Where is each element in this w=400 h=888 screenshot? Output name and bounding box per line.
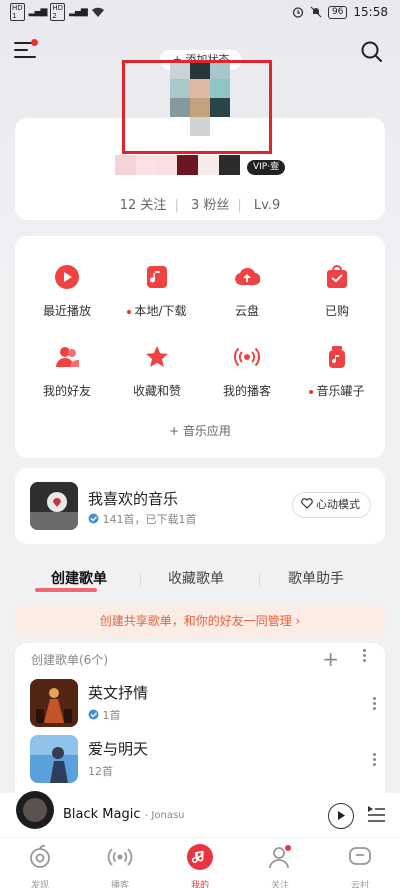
tab-playlist-assistant[interactable]: 歌单助手 bbox=[288, 568, 344, 588]
playlist-more-button[interactable] bbox=[363, 649, 367, 662]
liked-music-sub: 141首，已下载1首 bbox=[88, 511, 197, 527]
func-my-podcast[interactable]: 我的播客 bbox=[202, 344, 292, 399]
playlist-item-more-button[interactable] bbox=[373, 697, 376, 710]
alarm-icon bbox=[292, 7, 304, 18]
signal-icon: ▂▄▆ bbox=[28, 7, 48, 17]
level[interactable]: Lv.9 bbox=[254, 198, 280, 213]
podcast-icon bbox=[234, 347, 260, 367]
downloaded-icon bbox=[88, 709, 99, 720]
mute-icon bbox=[310, 6, 322, 18]
clock: 15:58 bbox=[353, 5, 388, 19]
notification-dot bbox=[31, 39, 38, 46]
playlist-tabs: 创建歌单 收藏歌单 歌单助手 bbox=[15, 568, 385, 592]
playlist-row[interactable]: 爱与明天 12首 bbox=[30, 735, 380, 785]
search-button[interactable] bbox=[360, 40, 384, 64]
new-dot bbox=[309, 389, 314, 394]
status-bar: HD 1 ▂▄▆ HD 2 ▂▄▆ 96 15:58 bbox=[0, 0, 400, 28]
vip-badge[interactable]: VIP·壹 bbox=[247, 160, 286, 175]
func-purchased[interactable]: 已购 bbox=[292, 264, 382, 319]
cover-image bbox=[30, 482, 78, 530]
heart-icon bbox=[300, 498, 313, 509]
friends-icon bbox=[56, 347, 79, 367]
podcast-icon bbox=[107, 848, 133, 866]
playlist-list-header: 创建歌单(6个) bbox=[31, 653, 108, 667]
heart-mode-button[interactable]: 心动模式 bbox=[291, 492, 371, 518]
play-icon bbox=[338, 811, 345, 820]
follow-icon bbox=[269, 845, 291, 869]
music-apps-button[interactable]: + 音乐应用 bbox=[15, 422, 385, 439]
cloud-upload-icon bbox=[235, 267, 261, 286]
now-playing-disc[interactable] bbox=[16, 791, 54, 829]
add-playlist-button[interactable]: + bbox=[322, 647, 339, 671]
nav-community[interactable]: 云村 bbox=[330, 844, 390, 888]
tab-divider bbox=[140, 573, 141, 587]
now-playing-artist: - Jonasu bbox=[144, 810, 185, 821]
wifi-icon bbox=[91, 7, 104, 17]
nav-podcast[interactable]: 播客 bbox=[90, 844, 150, 888]
share-playlist-banner[interactable]: 创建共享歌单，和你的好友一同管理 › bbox=[15, 605, 385, 637]
liked-music-cover bbox=[30, 482, 78, 530]
playlist-queue-button[interactable] bbox=[366, 805, 386, 827]
music-file-icon bbox=[147, 266, 167, 288]
follow-stats: 12 关注 | 3 粉丝 | Lv.9 bbox=[119, 198, 281, 213]
new-dot bbox=[127, 309, 132, 314]
func-friends[interactable]: 我的好友 bbox=[22, 344, 112, 399]
menu-button[interactable] bbox=[14, 39, 38, 62]
more-icon bbox=[373, 753, 376, 766]
fans-count[interactable]: 3 粉丝 bbox=[191, 198, 229, 213]
signal-icon: ▂▄▆ bbox=[69, 7, 88, 17]
playlist-count: 1首 bbox=[88, 707, 121, 723]
playlist-name: 爱与明天 bbox=[88, 740, 149, 758]
func-cloud-disk[interactable]: 云盘 bbox=[202, 264, 292, 319]
playlist-list: 创建歌单(6个) + 英文抒情 1首 爱与明天 12首 bbox=[15, 643, 385, 793]
more-icon bbox=[363, 649, 367, 662]
sim-icon: HD 1 bbox=[10, 3, 25, 21]
tab-created-playlists[interactable]: 创建歌单 bbox=[51, 568, 107, 588]
liked-music-card[interactable]: 我喜欢的音乐 141首，已下载1首 心动模式 bbox=[15, 468, 385, 544]
playlist-name: 英文抒情 bbox=[88, 684, 149, 702]
func-recent-play[interactable]: 最近播放 bbox=[22, 264, 112, 319]
nav-discover[interactable]: 发现 bbox=[10, 844, 70, 888]
status-right: 96 15:58 bbox=[292, 5, 388, 19]
search-icon bbox=[361, 41, 382, 62]
discover-icon bbox=[30, 844, 50, 868]
playlist-cover bbox=[30, 679, 78, 727]
func-favorites[interactable]: 收藏和赞 bbox=[112, 344, 202, 399]
nickname-blurred bbox=[115, 155, 240, 175]
tab-divider bbox=[259, 573, 260, 587]
music-jar-icon bbox=[329, 346, 345, 368]
func-music-jar[interactable]: 音乐罐子 bbox=[292, 344, 382, 399]
battery-indicator: 96 bbox=[327, 5, 348, 19]
playlist-row[interactable]: 英文抒情 1首 bbox=[30, 679, 380, 729]
nav-my-music[interactable]: 我的 bbox=[170, 844, 230, 888]
shopping-bag-icon bbox=[327, 265, 347, 288]
function-grid: 最近播放 本地/下载 云盘 已购 我的好友 收藏和赞 我的播客 音乐罐子 + 音… bbox=[15, 236, 385, 458]
downloaded-icon bbox=[88, 513, 99, 524]
sim-icon: HD 2 bbox=[50, 3, 66, 21]
nav-follow[interactable]: 关注 bbox=[250, 844, 310, 888]
mini-player[interactable]: Black Magic - Jonasu bbox=[0, 791, 400, 837]
play-button[interactable] bbox=[328, 803, 354, 829]
my-music-icon bbox=[187, 844, 213, 870]
queue-icon bbox=[368, 806, 385, 822]
playlist-item-more-button[interactable] bbox=[373, 753, 376, 766]
highlight-box bbox=[122, 60, 272, 154]
func-local-download[interactable]: 本地/下载 bbox=[112, 264, 202, 319]
follow-count[interactable]: 12 关注 bbox=[120, 198, 167, 213]
liked-music-title: 我喜欢的音乐 bbox=[88, 490, 179, 508]
bottom-nav: 发现 播客 我的 关注 云村 bbox=[0, 837, 400, 888]
community-icon bbox=[349, 847, 371, 865]
more-icon bbox=[373, 697, 376, 710]
play-circle-icon bbox=[55, 265, 79, 289]
tab-collected-playlists[interactable]: 收藏歌单 bbox=[168, 568, 224, 588]
now-playing-title: Black Magic - Jonasu bbox=[63, 807, 185, 822]
playlist-cover bbox=[30, 735, 78, 783]
signal-indicators: HD 1 ▂▄▆ HD 2 ▂▄▆ bbox=[10, 3, 105, 21]
star-icon bbox=[146, 346, 168, 367]
playlist-count: 12首 bbox=[88, 765, 113, 778]
